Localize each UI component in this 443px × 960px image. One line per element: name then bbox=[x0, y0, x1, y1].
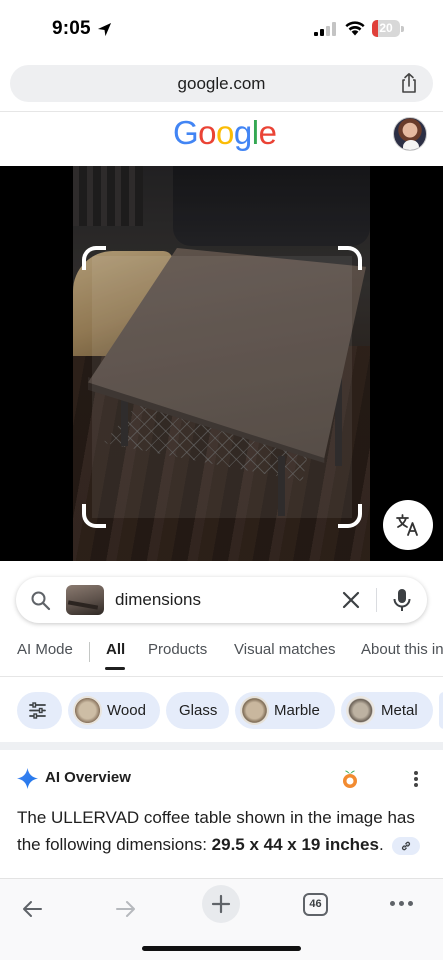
more-menu-icon[interactable] bbox=[390, 901, 416, 907]
chip-label: Metal bbox=[381, 702, 418, 719]
ai-overview-title: AI Overview bbox=[45, 769, 131, 786]
forward-arrow-icon bbox=[116, 901, 135, 917]
battery-percent: 20 bbox=[379, 21, 393, 35]
metal-thumb-icon bbox=[346, 696, 375, 725]
crop-handle-bottom-left[interactable] bbox=[82, 504, 106, 528]
status-bar: 9:05 20 bbox=[0, 0, 443, 60]
chip-glass[interactable]: Glass bbox=[166, 692, 229, 729]
google-logo-letter: e bbox=[258, 114, 277, 151]
chip-label: Marble bbox=[274, 702, 320, 719]
tab-all[interactable]: All bbox=[106, 630, 125, 672]
query-image-thumbnail[interactable] bbox=[66, 585, 104, 615]
crop-area[interactable] bbox=[92, 256, 352, 518]
forward-button[interactable] bbox=[106, 889, 146, 929]
tab-visual-matches[interactable]: Visual matches bbox=[234, 630, 335, 672]
wood-thumb-icon bbox=[73, 696, 102, 725]
search-separator bbox=[376, 588, 377, 612]
source-link-chip[interactable] bbox=[392, 836, 421, 855]
tab-about-this-image[interactable]: About this in bbox=[361, 630, 443, 672]
source-favicon-icon[interactable] bbox=[340, 768, 360, 790]
ai-overview-text-suffix: . bbox=[378, 835, 384, 854]
status-time: 9:05 bbox=[52, 18, 91, 39]
more-options-icon[interactable] bbox=[412, 771, 420, 789]
search-input[interactable]: dimensions bbox=[115, 577, 201, 623]
search-icon[interactable] bbox=[30, 590, 51, 611]
chip-marble[interactable]: Marble bbox=[235, 692, 335, 729]
tab-separator bbox=[89, 642, 90, 662]
section-divider bbox=[0, 742, 443, 750]
back-button[interactable] bbox=[12, 889, 52, 929]
battery-cap bbox=[401, 26, 404, 32]
microphone-icon[interactable] bbox=[391, 588, 413, 612]
google-logo[interactable]: Google bbox=[173, 113, 277, 153]
search-tabs: AI Mode All Products Visual matches Abou… bbox=[0, 630, 443, 672]
location-arrow-icon bbox=[97, 22, 112, 37]
crop-handle-top-right[interactable] bbox=[338, 246, 362, 270]
header-divider bbox=[0, 111, 443, 112]
chip-next-partial[interactable] bbox=[439, 692, 443, 729]
ai-overview-text: The ULLERVAD coffee table shown in the i… bbox=[17, 804, 427, 858]
share-icon[interactable] bbox=[398, 72, 420, 94]
plus-icon bbox=[211, 894, 231, 914]
tab-switcher-button[interactable]: 46 bbox=[303, 893, 328, 916]
gemini-sparkle-icon bbox=[17, 768, 38, 789]
new-tab-button[interactable] bbox=[202, 885, 240, 923]
clear-icon[interactable] bbox=[341, 590, 361, 610]
google-logo-letter: g bbox=[233, 114, 252, 151]
home-indicator[interactable] bbox=[142, 946, 301, 951]
wifi-icon bbox=[345, 21, 365, 36]
address-bar[interactable]: google.com bbox=[10, 65, 433, 102]
chip-label: Glass bbox=[179, 702, 218, 719]
translate-button[interactable] bbox=[383, 500, 433, 550]
chip-metal[interactable]: Metal bbox=[341, 692, 433, 729]
google-logo-letter: l bbox=[251, 114, 259, 151]
filter-chip[interactable] bbox=[17, 692, 62, 729]
lens-image-viewer bbox=[0, 166, 443, 561]
battery-icon: 20 bbox=[372, 20, 404, 37]
url-text[interactable]: google.com bbox=[10, 65, 433, 102]
google-logo-letter: o bbox=[216, 114, 234, 151]
tab-ai-mode[interactable]: AI Mode bbox=[17, 630, 73, 672]
crop-selection[interactable] bbox=[82, 246, 362, 528]
active-tab-indicator bbox=[105, 667, 125, 670]
chip-label: Wood bbox=[107, 702, 146, 719]
google-logo-letter: o bbox=[198, 114, 217, 151]
tabs-divider bbox=[0, 676, 443, 677]
marble-thumb-icon bbox=[240, 696, 269, 725]
translate-icon bbox=[396, 514, 418, 536]
link-icon bbox=[402, 841, 411, 850]
crop-handle-top-left[interactable] bbox=[82, 246, 106, 270]
tab-products[interactable]: Products bbox=[148, 630, 207, 672]
back-arrow-icon bbox=[23, 901, 42, 917]
google-logo-letter: G bbox=[173, 114, 199, 151]
filter-sliders-icon bbox=[29, 702, 46, 719]
search-box[interactable]: dimensions bbox=[16, 577, 427, 623]
ai-overview-dimensions: 29.5 x 44 x 19 inches bbox=[211, 835, 379, 854]
battery-body: 20 bbox=[372, 20, 400, 37]
crop-handle-bottom-right[interactable] bbox=[338, 504, 362, 528]
account-avatar[interactable] bbox=[393, 117, 427, 151]
chip-wood[interactable]: Wood bbox=[68, 692, 160, 729]
cellular-signal-icon bbox=[314, 22, 336, 36]
